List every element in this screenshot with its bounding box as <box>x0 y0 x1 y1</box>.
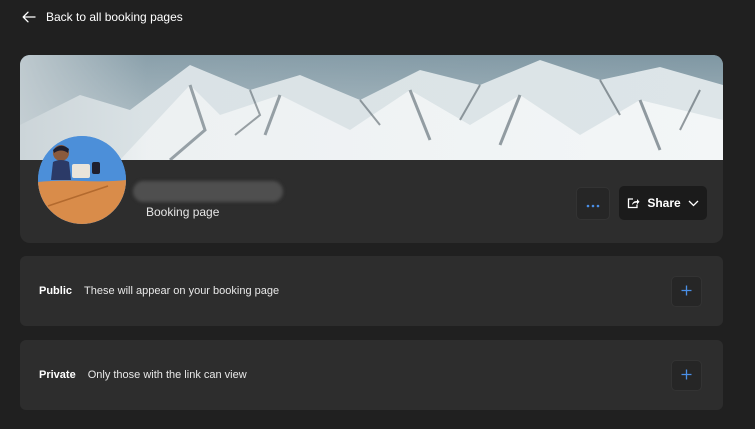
public-section: Public These will appear on your booking… <box>20 256 723 326</box>
booking-page-header-card: Booking page Share <box>20 55 723 243</box>
share-button[interactable]: Share <box>619 186 707 220</box>
section-title: Private <box>39 369 76 381</box>
private-section-label: Private Only those with the link can vie… <box>39 340 247 410</box>
section-description: These will appear on your booking page <box>84 285 280 297</box>
cover-image <box>20 55 723 160</box>
share-label: Share <box>647 196 681 210</box>
section-description: Only those with the link can view <box>87 369 247 381</box>
more-options-button[interactable] <box>576 187 610 220</box>
avatar <box>38 136 126 224</box>
private-section: Private Only those with the link can vie… <box>20 340 723 410</box>
redacted-name <box>133 181 283 202</box>
section-title: Public <box>39 285 73 297</box>
plus-icon <box>681 283 692 301</box>
plus-icon <box>681 367 692 385</box>
add-private-button[interactable] <box>671 360 702 391</box>
page-subtitle: Booking page <box>146 205 220 219</box>
more-horizontal-icon <box>586 195 600 213</box>
back-link-label: Back to all booking pages <box>46 10 183 24</box>
chevron-down-icon <box>688 200 699 207</box>
share-icon <box>627 197 640 209</box>
back-link[interactable]: Back to all booking pages <box>22 8 183 26</box>
add-public-button[interactable] <box>671 276 702 307</box>
arrow-left-icon <box>22 11 36 23</box>
booking-page-view: Back to all booking pages Booking page S… <box>0 0 755 429</box>
public-section-label: Public These will appear on your booking… <box>39 256 279 326</box>
